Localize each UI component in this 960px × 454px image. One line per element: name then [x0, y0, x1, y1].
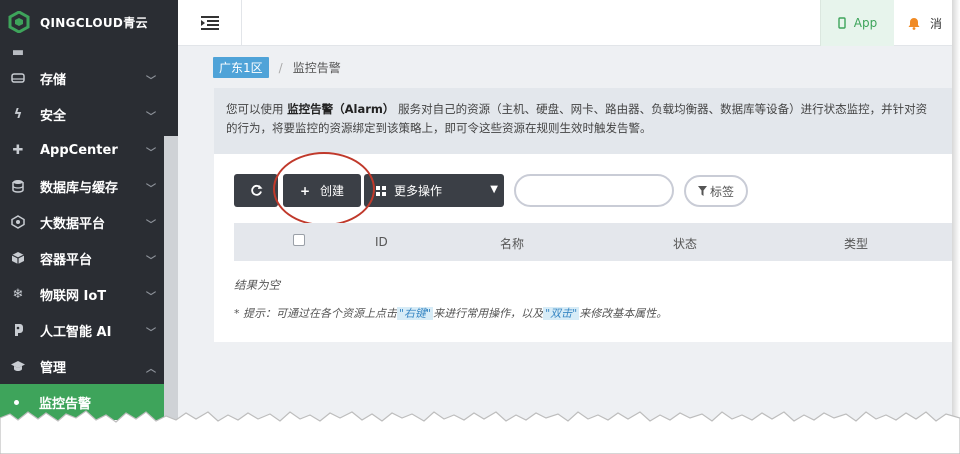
sidebar-item-label: 人工智能 AI	[40, 324, 112, 340]
zone-badge[interactable]: 广东1区	[213, 57, 269, 78]
sidebar-item-label: 管理	[40, 360, 67, 376]
breadcrumb-separator: /	[278, 60, 283, 75]
chevron-down-icon: ﹀	[146, 148, 156, 159]
sidebar-item-label: 物联网 IoT	[40, 288, 107, 304]
bolt-icon: ϟ	[13, 106, 23, 122]
info-line-1: 您可以使用 监控告警（Alarm） 服务对自己的资源（主机、硬盘、网卡、路由器、…	[226, 100, 940, 119]
qingcloud-logo-icon	[8, 11, 30, 33]
chevron-down-icon: ﹀	[146, 112, 156, 123]
app-window: QINGCLOUD青云 ▬ 存储 ﹀ ϟ 安全 ﹀ ✚ AppCenter ﹀	[0, 0, 952, 420]
tip-middle: 来进行常用操作，以及	[433, 307, 544, 320]
breadcrumb-current: 监控告警	[292, 61, 341, 75]
chevron-up-icon: ︿	[146, 364, 156, 375]
sidebar-item-partial[interactable]: ▬	[0, 44, 164, 60]
more-actions-dropdown[interactable]: 更多操作 ▼	[364, 174, 504, 207]
tip-suffix: 来修改基本属性。	[579, 307, 668, 320]
storage-icon	[10, 70, 26, 86]
cube-icon	[10, 250, 26, 266]
refresh-icon	[250, 184, 262, 196]
info-rest: 服务对自己的资源（主机、硬盘、网卡、路由器、负载均衡器、数据库等设备）进行状态监…	[398, 102, 928, 116]
sidebar-item-label: 存储	[40, 72, 67, 88]
sidebar-item-database[interactable]: 数据库与缓存 ﹀	[0, 168, 164, 204]
sidebar-item-label: AppCenter	[40, 142, 118, 158]
chevron-down-icon: ﹀	[146, 76, 156, 87]
graduation-cap-icon	[10, 358, 26, 374]
create-button-label: 创建	[320, 184, 345, 198]
brand-name: QINGCLOUD青云	[40, 15, 148, 30]
sidebar-item-appcenter[interactable]: ✚ AppCenter ﹀	[0, 132, 164, 168]
chevron-down-icon: ﹀	[146, 184, 156, 195]
table-header: ID 名称 状态 类型	[234, 223, 952, 261]
sidebar: QINGCLOUD青云 ▬ 存储 ﹀ ϟ 安全 ﹀ ✚ AppCenter ﹀	[0, 0, 178, 420]
sidebar-menu: ▬ 存储 ﹀ ϟ 安全 ﹀ ✚ AppCenter ﹀ 数据库与缓存 ﹀ 大数据…	[0, 44, 164, 420]
sidebar-item-label: 容器平台	[40, 252, 93, 268]
snowflake-icon: ❄	[12, 286, 24, 302]
torn-edge	[0, 410, 960, 454]
sidebar-item-security[interactable]: ϟ 安全 ﹀	[0, 96, 164, 132]
bell-icon	[908, 17, 920, 30]
brand-logo[interactable]: QINGCLOUD青云	[0, 0, 178, 44]
more-actions-label: 更多操作	[394, 184, 443, 198]
messages-tab[interactable]: 消	[894, 0, 952, 46]
search-input[interactable]	[514, 174, 674, 207]
app-tab-label: App	[853, 16, 878, 30]
tip-right-click: "右键"	[397, 307, 434, 320]
filter-icon	[697, 186, 707, 196]
sidebar-item-container[interactable]: 容器平台 ﹀	[0, 240, 164, 276]
sidebar-item-storage[interactable]: 存储 ﹀	[0, 60, 164, 96]
tip-prefix: * 提示：可通过在各个资源上点击	[234, 307, 397, 320]
chevron-down-icon: ﹀	[146, 256, 156, 267]
column-id[interactable]: ID	[375, 235, 388, 249]
plus-icon: +	[299, 183, 311, 198]
brain-icon	[10, 322, 26, 338]
info-prefix: 您可以使用	[226, 102, 284, 116]
sidebar-item-label: 大数据平台	[40, 216, 106, 232]
info-service-name: 监控告警（Alarm）	[287, 102, 395, 116]
chevron-down-icon: ﹀	[146, 292, 156, 303]
empty-result-text: 结果为空	[234, 278, 280, 292]
tip-double-click: "双击"	[543, 307, 580, 320]
chevron-down-icon: ﹀	[146, 328, 156, 339]
grid-icon	[376, 185, 386, 196]
tag-filter-button[interactable]: 标签	[684, 175, 748, 207]
usage-tip: * 提示：可通过在各个资源上点击 "右键" 来进行常用操作，以及 "双击" 来修改基本属…	[234, 305, 667, 321]
tag-filter-label: 标签	[709, 184, 734, 199]
window-shadow	[952, 0, 960, 420]
info-description: 您可以使用 监控告警（Alarm） 服务对自己的资源（主机、硬盘、网卡、路由器、…	[214, 88, 952, 154]
sidebar-item-label: 数据库与缓存	[40, 180, 119, 196]
app-tab[interactable]: App	[820, 0, 894, 46]
column-name[interactable]: 名称	[500, 235, 524, 252]
info-line-2: 的行为，将要监控的资源绑定到该策略上，即可令这些资源在规则生效时触发告警。	[226, 121, 652, 135]
sidebar-scrollbar[interactable]	[164, 136, 178, 420]
caret-down-icon: ▼	[490, 184, 498, 195]
main-panel: + 创建 更多操作 ▼ 标签 ID 名称 状态 类型 结果为空 * 提示：可通过…	[214, 152, 952, 342]
messages-tab-label: 消	[930, 16, 943, 31]
puzzle-icon: ✚	[12, 142, 24, 158]
create-button[interactable]: + 创建	[283, 174, 361, 207]
sidebar-item-iot[interactable]: ❄ 物联网 IoT ﹀	[0, 276, 164, 312]
column-status[interactable]: 状态	[673, 235, 697, 252]
column-type[interactable]: 类型	[844, 235, 868, 252]
database-icon	[10, 178, 26, 194]
mobile-icon	[838, 17, 846, 29]
select-all-checkbox[interactable]	[293, 234, 305, 246]
bigdata-icon	[10, 214, 26, 230]
chevron-down-icon: ﹀	[146, 220, 156, 231]
sidebar-item-ai[interactable]: 人工智能 AI ﹀	[0, 312, 164, 348]
sidebar-item-management[interactable]: 管理 ︿	[0, 348, 164, 384]
refresh-button[interactable]	[234, 174, 278, 207]
menu-toggle-button[interactable]	[178, 0, 242, 46]
menu-collapse-icon	[200, 16, 219, 30]
topbar: App 消	[178, 0, 952, 46]
sidebar-item-bigdata[interactable]: 大数据平台 ﹀	[0, 204, 164, 240]
sidebar-item-label: 安全	[40, 108, 67, 124]
breadcrumb: 广东1区 / 监控告警	[213, 57, 341, 78]
partial-icon: ▬	[11, 44, 25, 60]
